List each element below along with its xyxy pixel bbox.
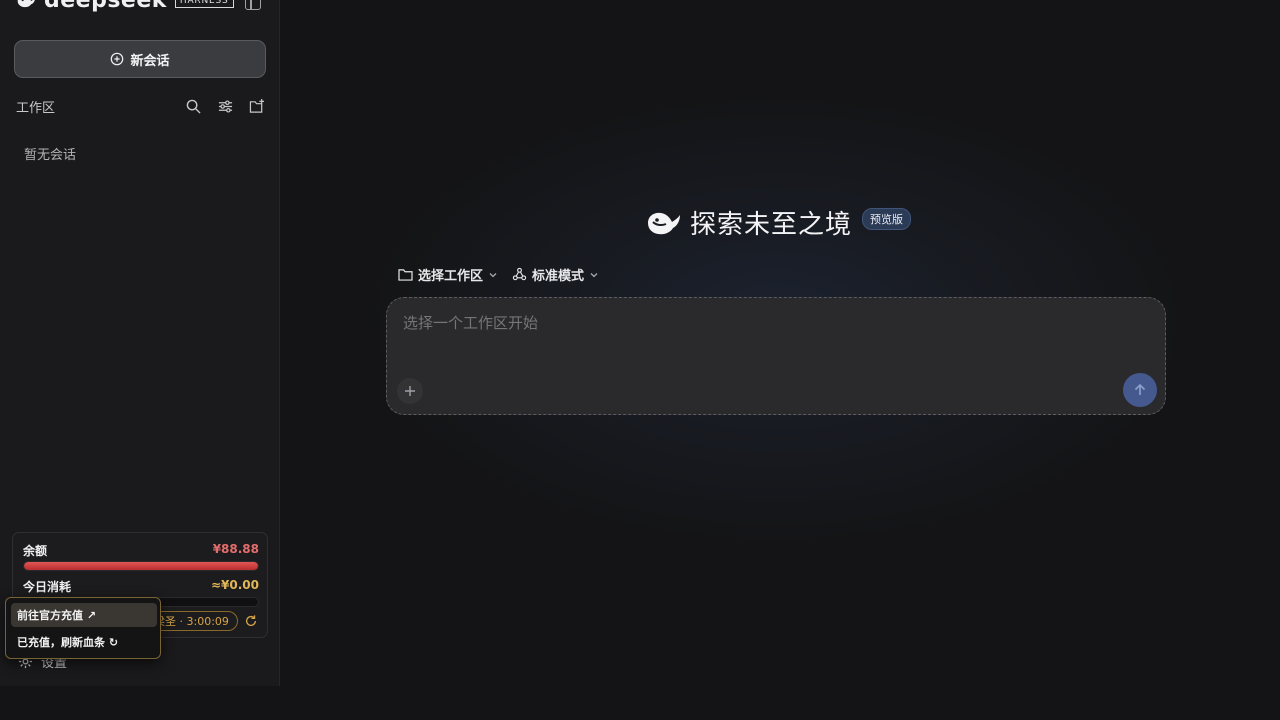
bottom-strip — [0, 686, 1280, 720]
composer-toolbar: 选择工作区 标准模式 — [398, 265, 599, 284]
today-value: ≈¥0.00 — [210, 578, 259, 592]
balance-value: ¥88.88 — [212, 542, 259, 556]
sidebar-toggle-icon[interactable] — [245, 0, 261, 10]
refresh-icon[interactable] — [244, 614, 258, 628]
mode-icon — [512, 267, 527, 281]
balance-label: 余额 — [23, 544, 48, 558]
empty-sessions-text: 暂无会话 — [24, 148, 77, 163]
new-chat-button[interactable]: 新会话 — [14, 40, 266, 78]
new-chat-label: 新会话 — [130, 53, 170, 69]
recharge-popup: 前往官方充值 ↗ 已充值，刷新血条 ↻ — [5, 597, 161, 659]
mode-select-label: 标准模式 — [532, 269, 585, 284]
preview-badge: 预览版 — [862, 207, 912, 230]
attach-button[interactable] — [397, 378, 423, 404]
hero-title: 探索未至之境 — [690, 210, 853, 240]
mode-select[interactable]: 标准模式 — [512, 265, 599, 284]
search-icon[interactable] — [184, 97, 202, 115]
arrow-up-icon — [1134, 383, 1146, 395]
send-button[interactable] — [1123, 373, 1157, 407]
brand-badge: HARNESS — [174, 0, 234, 8]
today-row: 今日消耗 ≈¥0.00 — [23, 578, 259, 595]
main-area: 探索未至之境 预览版 选择工作区 标准模式 — [281, 0, 1280, 686]
filter-icon[interactable] — [216, 97, 234, 115]
folder-icon — [398, 269, 413, 281]
refresh-balance-link[interactable]: 已充值，刷新血条 ↻ — [17, 634, 118, 650]
message-input[interactable] — [403, 314, 1103, 332]
plus-icon — [405, 386, 415, 396]
balance-row: 余额 ¥88.88 — [23, 542, 259, 559]
today-label: 今日消耗 — [23, 580, 72, 594]
recharge-link[interactable]: 前往官方充值 ↗ — [11, 603, 157, 627]
workspace-header: 工作区 — [16, 96, 266, 116]
composer — [386, 297, 1166, 415]
balance-bar-fill — [24, 562, 258, 570]
hero: 探索未至之境 预览版 — [646, 204, 912, 241]
deepseek-whale-icon — [648, 212, 680, 234]
sidebar: deepseek HARNESS 新会话 工作区 暂无会话 余额 ¥88.88 — [0, 0, 280, 686]
chevron-down-icon — [590, 272, 598, 277]
brand-name: deepseek — [44, 0, 167, 13]
plus-circle-icon — [111, 52, 124, 66]
workspace-select-label: 选择工作区 — [418, 269, 484, 284]
chevron-down-icon — [489, 272, 497, 277]
balance-bar — [23, 561, 259, 571]
workspace-select[interactable]: 选择工作区 — [398, 265, 498, 284]
brand: deepseek HARNESS — [16, 0, 234, 13]
deepseek-logo-icon — [17, 0, 35, 8]
new-folder-icon[interactable] — [248, 97, 266, 115]
workspace-title: 工作区 — [16, 100, 56, 116]
